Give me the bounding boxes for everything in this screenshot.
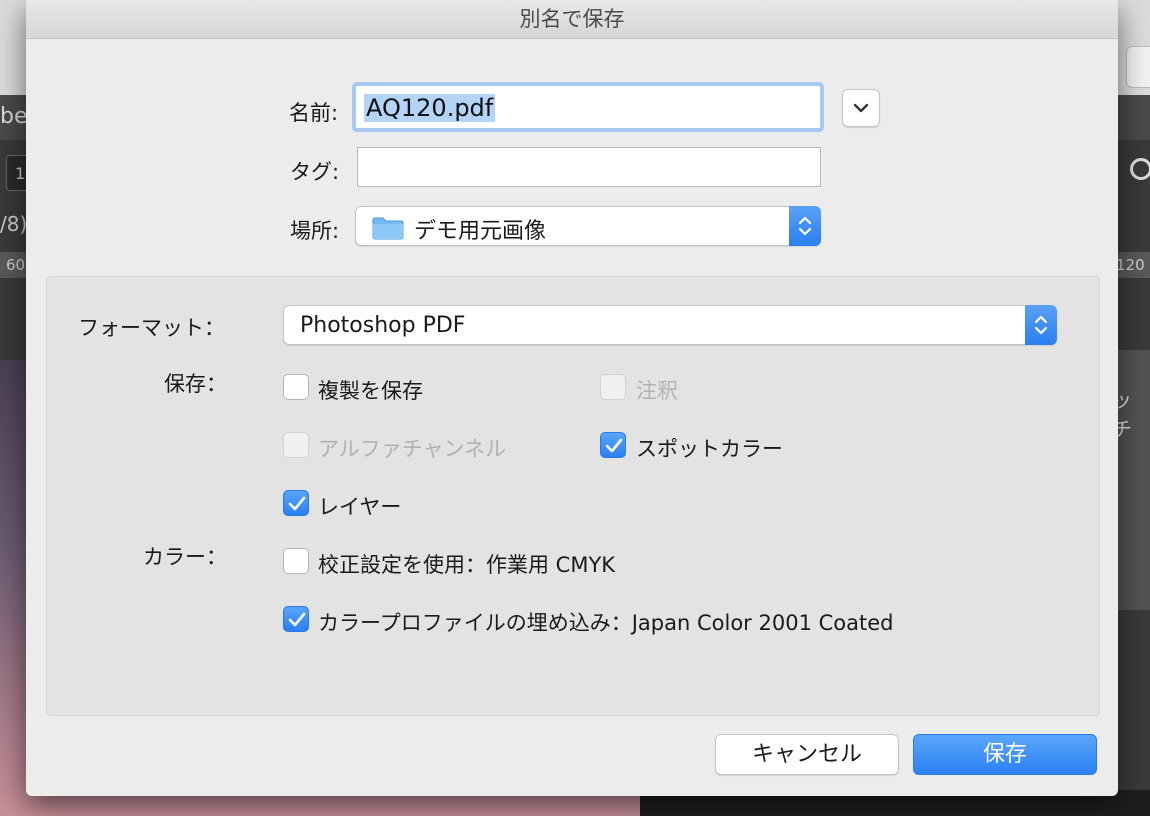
ruler-mark-left: 60 <box>6 256 26 274</box>
duplicate-checkbox[interactable] <box>283 374 309 400</box>
embed-profile-label: カラープロファイルの埋め込み：Japan Color 2001 Coated <box>318 611 894 635</box>
cancel-button[interactable]: キャンセル <box>715 734 899 775</box>
embed-profile-checkbox[interactable] <box>283 606 309 632</box>
location-popup[interactable]: デモ用元画像 <box>355 206 821 246</box>
alpha-channels-label: アルファチャンネル <box>318 437 507 461</box>
spot-colors-label: スポットカラー <box>636 437 783 461</box>
ruler-mark-right: 120 <box>1116 256 1145 274</box>
search-icon <box>1130 158 1150 180</box>
use-proof-setup-checkbox[interactable] <box>283 548 309 574</box>
expand-dialog-button[interactable] <box>842 89 880 127</box>
color-section-label: カラー： <box>143 545 227 569</box>
tags-input[interactable] <box>357 147 821 187</box>
checkmark-icon <box>288 496 306 511</box>
name-label: 名前: <box>289 101 339 125</box>
format-popup[interactable]: Photoshop PDF <box>283 305 1057 345</box>
format-label: フォーマット： <box>78 316 225 340</box>
popup-arrows-icon <box>1025 305 1057 345</box>
notes-checkbox[interactable] <box>600 374 626 400</box>
save-section-label: 保存： <box>164 372 227 396</box>
notes-label: 注釈 <box>636 379 678 403</box>
dialog-title: 別名で保存 <box>26 0 1118 39</box>
format-value: Photoshop PDF <box>300 313 466 338</box>
duplicate-label: 複製を保存 <box>318 379 423 403</box>
location-label: 場所: <box>290 219 340 243</box>
spot-colors-checkbox[interactable] <box>600 432 626 458</box>
layers-label: レイヤー <box>318 495 402 519</box>
checkmark-icon <box>605 438 623 453</box>
app-toolbar-button <box>1126 46 1150 88</box>
filename-input[interactable]: AQ120.pdf <box>352 82 824 132</box>
save-as-dialog: 別名で保存 名前: AQ120.pdf タグ: 場所: デモ用元画像 フォーマッ… <box>26 0 1118 796</box>
folder-icon <box>372 217 404 240</box>
checkmark-icon <box>288 612 306 627</box>
layers-checkbox[interactable] <box>283 490 309 516</box>
location-value: デモ用元画像 <box>414 219 547 244</box>
app-document-info: /8) <box>0 212 28 236</box>
use-proof-setup-label: 校正設定を使用：作業用 CMYK <box>318 553 616 577</box>
chevron-down-icon <box>853 103 869 113</box>
filename-text: AQ120.pdf <box>364 94 496 122</box>
save-button[interactable]: 保存 <box>913 734 1097 775</box>
app-partial-text: be <box>0 104 28 129</box>
tag-label: タグ: <box>290 160 340 184</box>
alpha-channels-checkbox[interactable] <box>283 432 309 458</box>
popup-arrows-icon <box>789 206 821 246</box>
